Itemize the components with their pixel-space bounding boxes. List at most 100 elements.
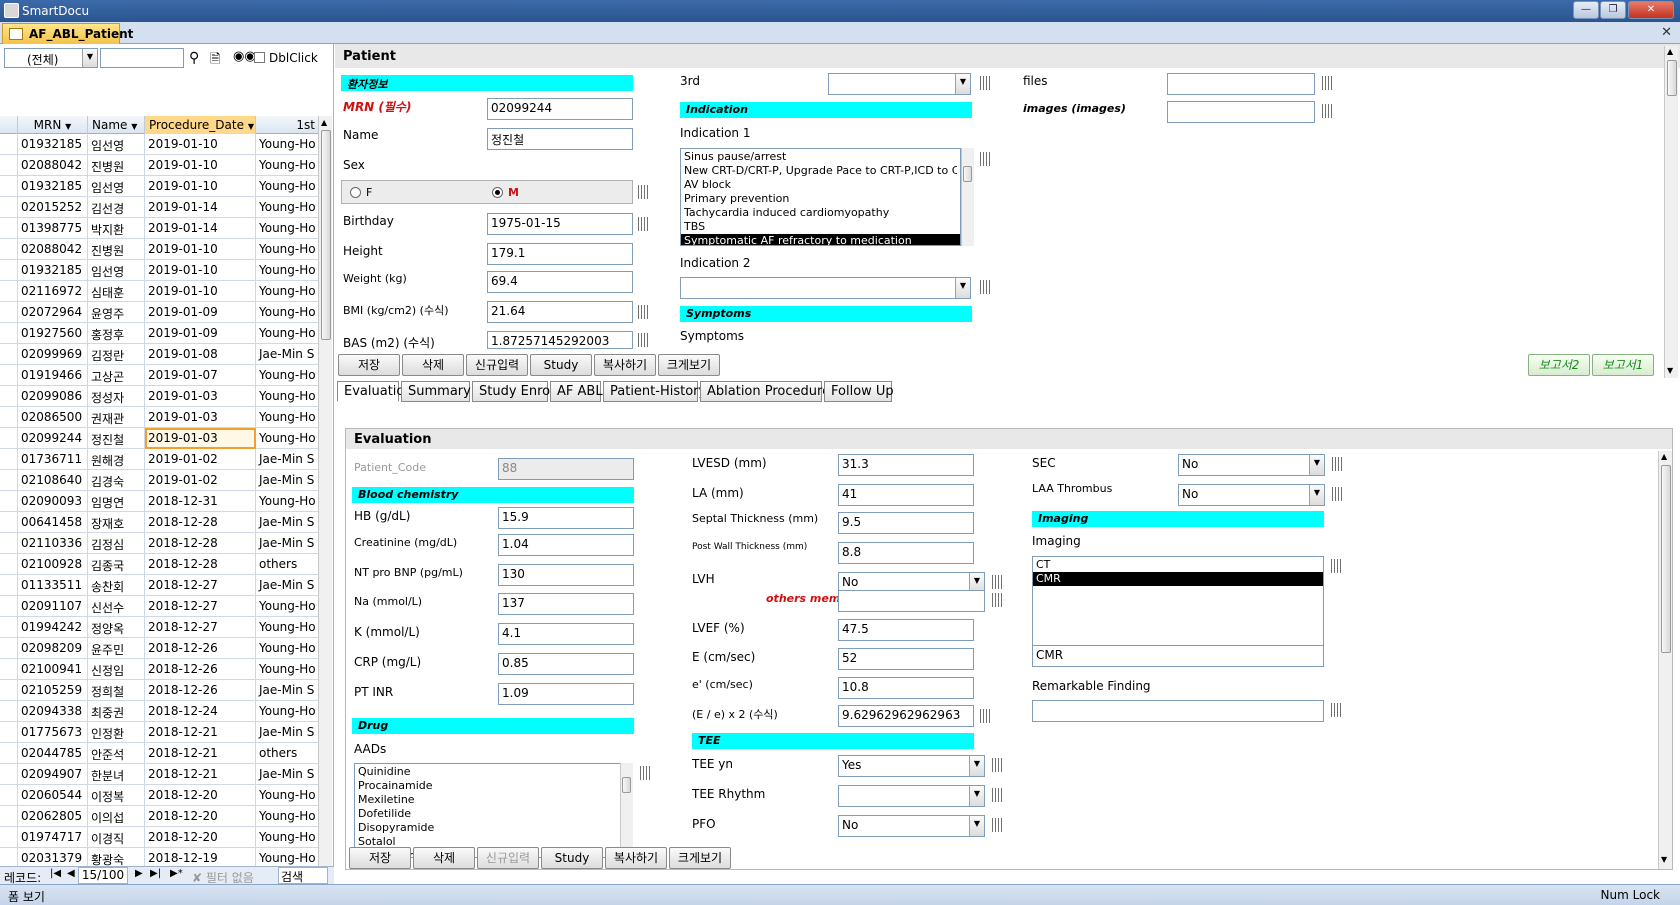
chevron-down-icon[interactable]: ▼	[955, 278, 970, 298]
files-field[interactable]	[1167, 73, 1315, 95]
table-cell[interactable]: 2019-01-08	[145, 344, 256, 365]
third-combo[interactable]: ▼	[828, 73, 971, 95]
list-item[interactable]: AV block	[684, 178, 957, 192]
row-selector[interactable]	[0, 470, 18, 491]
table-cell[interactable]: 정성자	[88, 386, 145, 407]
grip-icon[interactable]	[980, 152, 992, 166]
table-row[interactable]: 02099086 정성자 2019-01-03 Young-Ho	[0, 386, 320, 407]
table-cell[interactable]: 김정란	[88, 344, 145, 365]
table-cell[interactable]: 2018-12-20	[145, 785, 256, 806]
bmi-field[interactable]: 21.64	[487, 301, 633, 323]
table-cell[interactable]: Young-Ho	[256, 407, 320, 428]
table-cell[interactable]: 2018-12-26	[145, 638, 256, 659]
table-cell[interactable]: 2018-12-26	[145, 659, 256, 680]
table-row[interactable]: 01736711 원해경 2019-01-02 Jae-Min S	[0, 449, 320, 470]
table-row[interactable]: 01974717 이경직 2018-12-20 Young-Ho	[0, 827, 320, 848]
table-cell[interactable]: 안준석	[88, 743, 145, 764]
table-cell[interactable]: 2019-01-10	[145, 155, 256, 176]
scroll-up-icon[interactable]: ▲	[321, 118, 327, 127]
col-name-header[interactable]: Name ▼	[88, 116, 145, 134]
row-selector[interactable]	[0, 281, 18, 302]
table-cell[interactable]: 2019-01-14	[145, 197, 256, 218]
subform-scrollbar[interactable]: ▲ ▼	[1658, 451, 1672, 869]
table-cell[interactable]: 2019-01-02	[145, 470, 256, 491]
table-cell[interactable]: 02015252	[18, 197, 88, 218]
la-field[interactable]: 41	[838, 484, 974, 506]
table-cell[interactable]: Young-Ho	[256, 428, 320, 449]
eval-save-button[interactable]: 저장	[349, 847, 411, 869]
list-item[interactable]: Disopyramide	[358, 821, 617, 835]
e-over-e-field[interactable]: 9.62962962962963	[838, 705, 974, 727]
table-cell[interactable]: Young-Ho	[256, 218, 320, 239]
table-cell[interactable]: Young-Ho	[256, 596, 320, 617]
table-cell[interactable]: 2018-12-28	[145, 533, 256, 554]
list-item[interactable]: Primary prevention	[684, 192, 957, 206]
table-cell[interactable]: 정양옥	[88, 617, 145, 638]
row-selector[interactable]	[0, 722, 18, 743]
last-record-icon[interactable]: ▶|	[150, 868, 161, 879]
chevron-down-icon[interactable]: ▼	[969, 756, 984, 776]
grip-icon[interactable]	[1332, 487, 1344, 501]
row-selector[interactable]	[0, 638, 18, 659]
table-cell[interactable]: 송찬회	[88, 575, 145, 596]
scroll-thumb[interactable]	[963, 166, 972, 182]
list-item[interactable]: CT	[1036, 558, 1320, 572]
table-cell[interactable]: Young-Ho	[256, 659, 320, 680]
grip-icon[interactable]	[992, 788, 1004, 802]
table-cell[interactable]: Young-Ho	[256, 638, 320, 659]
table-row[interactable]: 02100941 신정임 2018-12-26 Young-Ho	[0, 659, 320, 680]
table-cell[interactable]: 02116972	[18, 281, 88, 302]
table-cell[interactable]: 2019-01-02	[145, 449, 256, 470]
ntprobnp-field[interactable]: 130	[498, 564, 634, 586]
table-cell[interactable]: 윤주민	[88, 638, 145, 659]
table-row[interactable]: 02015252 김선경 2019-01-14 Young-Ho	[0, 197, 320, 218]
study-button[interactable]: Study	[530, 354, 592, 376]
scroll-up-icon[interactable]: ▲	[1661, 452, 1667, 461]
table-cell[interactable]: 02100928	[18, 554, 88, 575]
table-cell[interactable]: 2019-01-10	[145, 176, 256, 197]
table-cell[interactable]: 2019-01-14	[145, 218, 256, 239]
scroll-thumb[interactable]	[1661, 465, 1671, 653]
table-cell[interactable]: 2019-01-07	[145, 365, 256, 386]
search-icon[interactable]: ⚲	[189, 50, 199, 66]
table-cell[interactable]: 임선영	[88, 176, 145, 197]
grip-icon[interactable]	[992, 593, 1004, 607]
grip-icon[interactable]	[980, 280, 992, 294]
grip-icon[interactable]	[1322, 76, 1334, 90]
hb-field[interactable]: 15.9	[498, 507, 634, 529]
list-item[interactable]: Quinidine	[358, 765, 617, 779]
table-row[interactable]: 01775673 인정환 2018-12-21 Jae-Min S	[0, 722, 320, 743]
table-cell[interactable]: 이의섭	[88, 806, 145, 827]
table-cell[interactable]: 2019-01-03	[145, 386, 256, 407]
sex-f-radio[interactable]	[350, 187, 361, 198]
tab-follow-up[interactable]: Follow Up	[824, 381, 894, 402]
imaging-list[interactable]: CT CMR	[1032, 556, 1324, 646]
table-cell[interactable]: 2019-01-03	[145, 407, 256, 428]
list-item[interactable]: TBS	[684, 220, 957, 234]
grip-icon[interactable]	[638, 305, 650, 319]
restore-button[interactable]: ❐	[1600, 1, 1626, 19]
tab-study-enroll[interactable]: Study Enroll	[472, 381, 557, 402]
eval-study-button[interactable]: Study	[541, 847, 603, 869]
row-selector[interactable]	[0, 428, 18, 449]
table-cell[interactable]: 01736711	[18, 449, 88, 470]
table-row[interactable]: 02108640 김경숙 2019-01-02 Jae-Min S	[0, 470, 320, 491]
table-cell[interactable]: others	[256, 554, 320, 575]
table-cell[interactable]: 02091107	[18, 596, 88, 617]
septal-field[interactable]: 9.5	[838, 512, 974, 534]
table-cell[interactable]: 02086500	[18, 407, 88, 428]
table-cell[interactable]: 2018-12-21	[145, 722, 256, 743]
table-cell[interactable]: 2019-01-03	[145, 428, 256, 449]
table-row[interactable]: 02098209 윤주민 2018-12-26 Young-Ho	[0, 638, 320, 659]
table-cell[interactable]: 01932185	[18, 134, 88, 155]
table-cell[interactable]: Jae-Min S	[256, 449, 320, 470]
aads-scrollbar[interactable]	[620, 763, 633, 858]
table-cell[interactable]: 01932185	[18, 176, 88, 197]
table-cell[interactable]: 01133511	[18, 575, 88, 596]
remarkable-finding-field[interactable]	[1032, 700, 1324, 722]
table-cell[interactable]: 02100941	[18, 659, 88, 680]
row-selector[interactable]	[0, 596, 18, 617]
table-cell[interactable]: 2018-12-26	[145, 680, 256, 701]
table-cell[interactable]: 2019-01-10	[145, 134, 256, 155]
table-row[interactable]: 02086500 권재관 2019-01-03 Young-Ho	[0, 407, 320, 428]
